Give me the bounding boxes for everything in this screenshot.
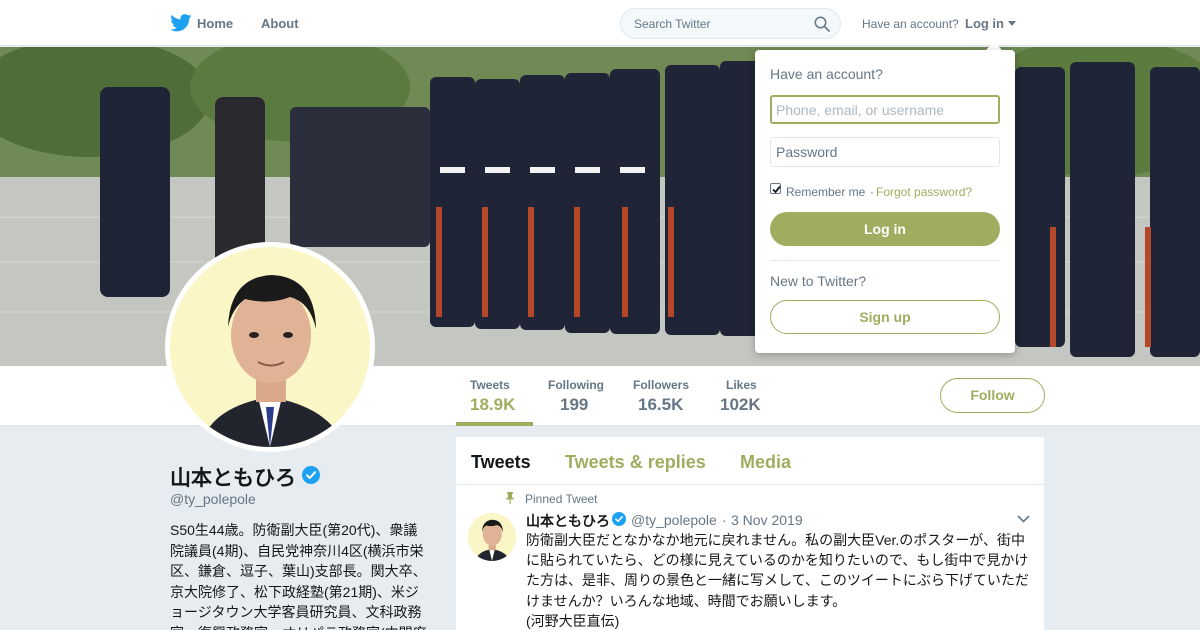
forgot-password-link[interactable]: Forgot password? <box>876 185 972 199</box>
nav-home-link[interactable]: Home <box>197 16 233 31</box>
chevron-down-icon[interactable] <box>1017 515 1030 523</box>
pinned-tweet-label: Pinned Tweet <box>525 492 598 506</box>
stat-following[interactable]: Following 199 <box>548 378 604 415</box>
avatar-photo <box>170 247 370 447</box>
tweet-text-line: た方は、是非、周りの景色と一緒に写メして、このツイートにぶら下げていただ <box>526 572 1029 589</box>
login-dropdown: Have an account? Remember me · Forgot pa… <box>755 50 1015 353</box>
login-menu-link[interactable]: Log in <box>965 16 1004 31</box>
active-tab-underline <box>456 422 533 426</box>
password-field[interactable] <box>770 137 1000 167</box>
login-button[interactable]: Log in <box>770 212 1000 246</box>
tweet-avatar[interactable] <box>468 513 516 561</box>
stat-label: Following <box>548 378 604 392</box>
remember-me-label[interactable]: Remember me <box>786 185 865 199</box>
tweet-text-line: に貼られていたら、どの様に見えているのかを知りたいので、もし街中で見かけ <box>526 552 1029 569</box>
tweet-date[interactable]: 3 Nov 2019 <box>731 512 803 528</box>
tweet-text-line: 防衛副大臣だとなかなか地元に戻れません。私の副大臣Ver.のポスターが、街中 <box>526 532 1026 548</box>
stat-value: 18.9K <box>470 395 516 414</box>
stat-value: 199 <box>560 395 589 414</box>
stat-value: 16.5K <box>638 395 684 414</box>
login-heading: Have an account? <box>770 66 883 82</box>
verified-badge-icon <box>302 466 320 484</box>
top-navigation: Home About Search Twitter Have an accoun… <box>0 0 1200 46</box>
tweet-text: 防衛副大臣だとなかなか地元に戻れません。私の副大臣Ver.のポスターが、街中 に… <box>526 530 1036 630</box>
tweet-author-handle[interactable]: @ty_polepole <box>631 512 717 528</box>
have-account-text: Have an account? <box>862 17 959 31</box>
profile-avatar[interactable] <box>165 242 375 452</box>
tweet-text-line: (河野大臣直伝) <box>526 612 620 629</box>
remember-me-checkbox[interactable] <box>770 183 781 194</box>
stat-likes[interactable]: Likes 102K <box>720 378 761 415</box>
stat-label: Likes <box>726 378 757 392</box>
signup-button[interactable]: Sign up <box>770 300 1000 334</box>
profile-bio: S50生44歳。防衛副大臣(第20代)、衆議院議員(4期)、自民党神奈川4区(横… <box>170 522 427 630</box>
tweet-text-line: けませんか？いろんな地域、時間でお願いします。 <box>526 592 847 609</box>
stat-label: Followers <box>633 378 690 392</box>
divider <box>770 260 1000 261</box>
separator: · <box>870 185 874 199</box>
search-placeholder[interactable]: Search Twitter <box>634 17 710 31</box>
profile-name: 山本ともひろ <box>170 467 296 490</box>
tab-media[interactable]: Media <box>740 452 791 473</box>
timeline-tabs: Tweets Tweets & replies Media <box>456 437 1044 485</box>
checkmark-icon <box>772 185 781 194</box>
tab-tweets[interactable]: Tweets <box>471 452 531 473</box>
twitter-bird-icon[interactable] <box>170 14 192 32</box>
username-field[interactable] <box>770 95 1000 124</box>
tweet-author-name[interactable]: 山本ともひろ <box>526 511 610 531</box>
new-to-twitter-text: New to Twitter? <box>770 273 867 289</box>
stat-tweets[interactable]: Tweets 18.9K <box>470 378 515 415</box>
follow-button[interactable]: Follow <box>940 378 1045 413</box>
tab-tweets-and-replies[interactable]: Tweets & replies <box>565 452 706 473</box>
pin-icon <box>505 492 515 504</box>
profile-handle[interactable]: @ty_polepole <box>170 491 256 507</box>
nav-about-link[interactable]: About <box>261 16 299 31</box>
verified-badge-icon <box>612 512 626 526</box>
chevron-down-icon[interactable] <box>1008 21 1016 26</box>
search-icon[interactable] <box>814 16 830 32</box>
tweet-separator: · <box>722 512 727 528</box>
stat-label: Tweets <box>470 378 510 392</box>
stat-followers[interactable]: Followers 16.5K <box>633 378 689 415</box>
stat-value: 102K <box>720 395 761 414</box>
search-box[interactable]: Search Twitter <box>620 8 841 39</box>
